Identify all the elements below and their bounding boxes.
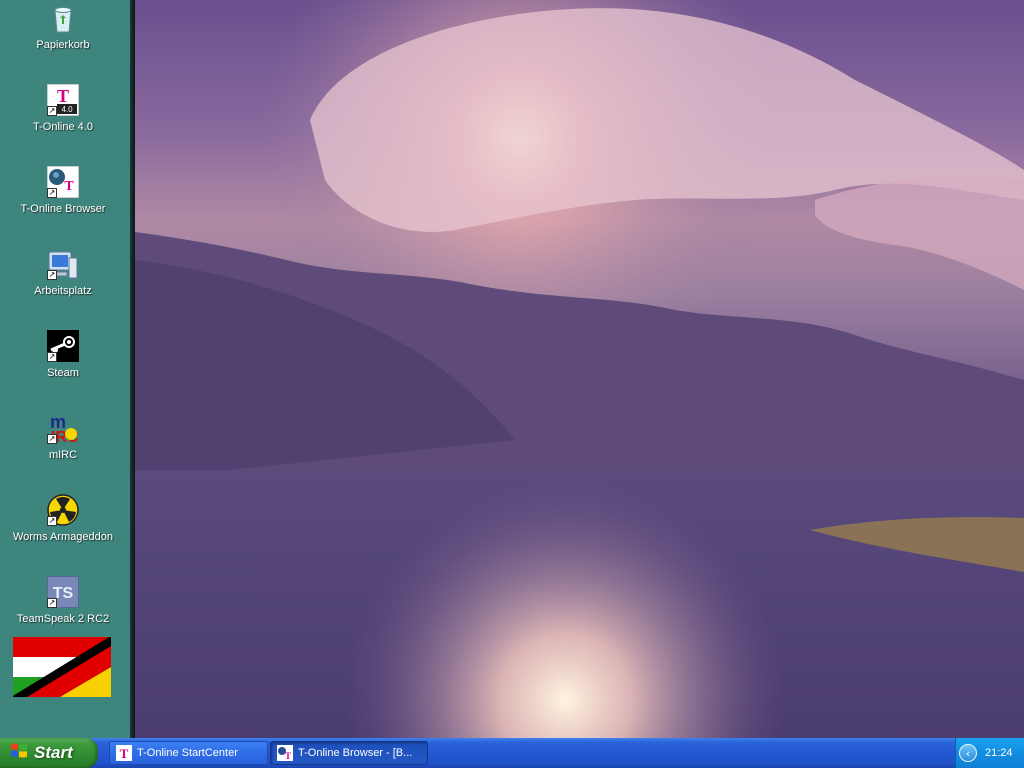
start-label: Start [34,743,73,762]
shortcut-arrow-icon: ↗ [47,516,57,526]
desktop-icon-label: Papierkorb [36,39,90,51]
shortcut-arrow-icon: ↗ [47,270,57,280]
shortcut-arrow-icon: ↗ [47,188,57,198]
chevron-left-icon[interactable]: ‹ [959,744,977,762]
t-online-browser-icon: T ↗ [46,165,80,199]
desktop-icon-label: Worms Armageddon [12,531,114,543]
desktop-icon-label: T-Online 4.0 [33,121,93,133]
desktop-icon-t-online-browser[interactable]: T ↗ T-Online Browser [0,165,126,215]
taskbar-item-t-online-browser[interactable]: T T-Online Browser - [B... [270,741,428,765]
desktop-icon-t-online[interactable]: T 4.0 ↗ T-Online 4.0 [0,83,126,133]
svg-text:T: T [64,179,74,194]
sunset-lake-image [135,0,1024,738]
teamspeak-icon: TS ↗ [46,575,80,609]
my-computer-icon: ↗ [47,248,79,280]
t-online-version-badge: 4.0 [61,105,73,114]
t-online-icon: T [116,745,132,761]
recycle-bin-icon [47,2,79,34]
shortcut-arrow-icon: ↗ [47,598,57,608]
svg-text:T: T [57,86,69,106]
t-online-icon: T 4.0 ↗ [46,83,80,117]
desktop-icon-label: mIRC [48,449,78,461]
flag-image[interactable] [12,636,112,698]
svg-text:T: T [120,746,129,761]
steam-icon: ↗ [47,330,79,362]
system-tray: ‹ 21:24 [955,738,1024,768]
shortcut-arrow-icon: ↗ [47,352,57,362]
shortcut-arrow-icon: ↗ [47,434,57,444]
windows-logo-icon [10,742,28,764]
t-online-browser-icon: T [277,745,293,761]
taskbar-item-t-online-startcenter[interactable]: T T-Online StartCenter [109,741,268,765]
shortcut-arrow-icon: ↗ [47,106,57,116]
start-button[interactable]: Start [0,738,98,768]
desktop-icon-worms-armageddon[interactable]: ↗ Worms Armageddon [0,494,126,543]
taskbar: Start T T-Online StartCenter T T-Online … [0,738,1024,768]
desktop-icon-teamspeak[interactable]: TS ↗ TeamSpeak 2 RC2 [0,575,126,625]
desktop-icon-label: Arbeitsplatz [34,285,92,297]
taskbar-item-label: T-Online Browser - [B... [298,747,413,759]
radiation-icon: ↗ [47,494,79,526]
desktop-icon-my-computer[interactable]: ↗ Arbeitsplatz [0,248,126,297]
svg-text:T: T [285,751,291,761]
mirc-icon: m IRC ↗ [47,412,79,446]
taskbar-item-label: T-Online StartCenter [137,747,238,759]
desktop-icon-recycle-bin[interactable]: Papierkorb [0,2,126,51]
desktop-icon-steam[interactable]: ↗ Steam [0,330,126,379]
desktop-wallpaper[interactable] [135,0,1024,738]
desktop-icon-label: T-Online Browser [20,203,106,215]
clock[interactable]: 21:24 [985,747,1013,759]
desktop-icon-label: Steam [47,367,79,379]
desktop-icon-mirc[interactable]: m IRC ↗ mIRC [0,412,126,461]
desktop-icon-label: TeamSpeak 2 RC2 [16,613,110,625]
